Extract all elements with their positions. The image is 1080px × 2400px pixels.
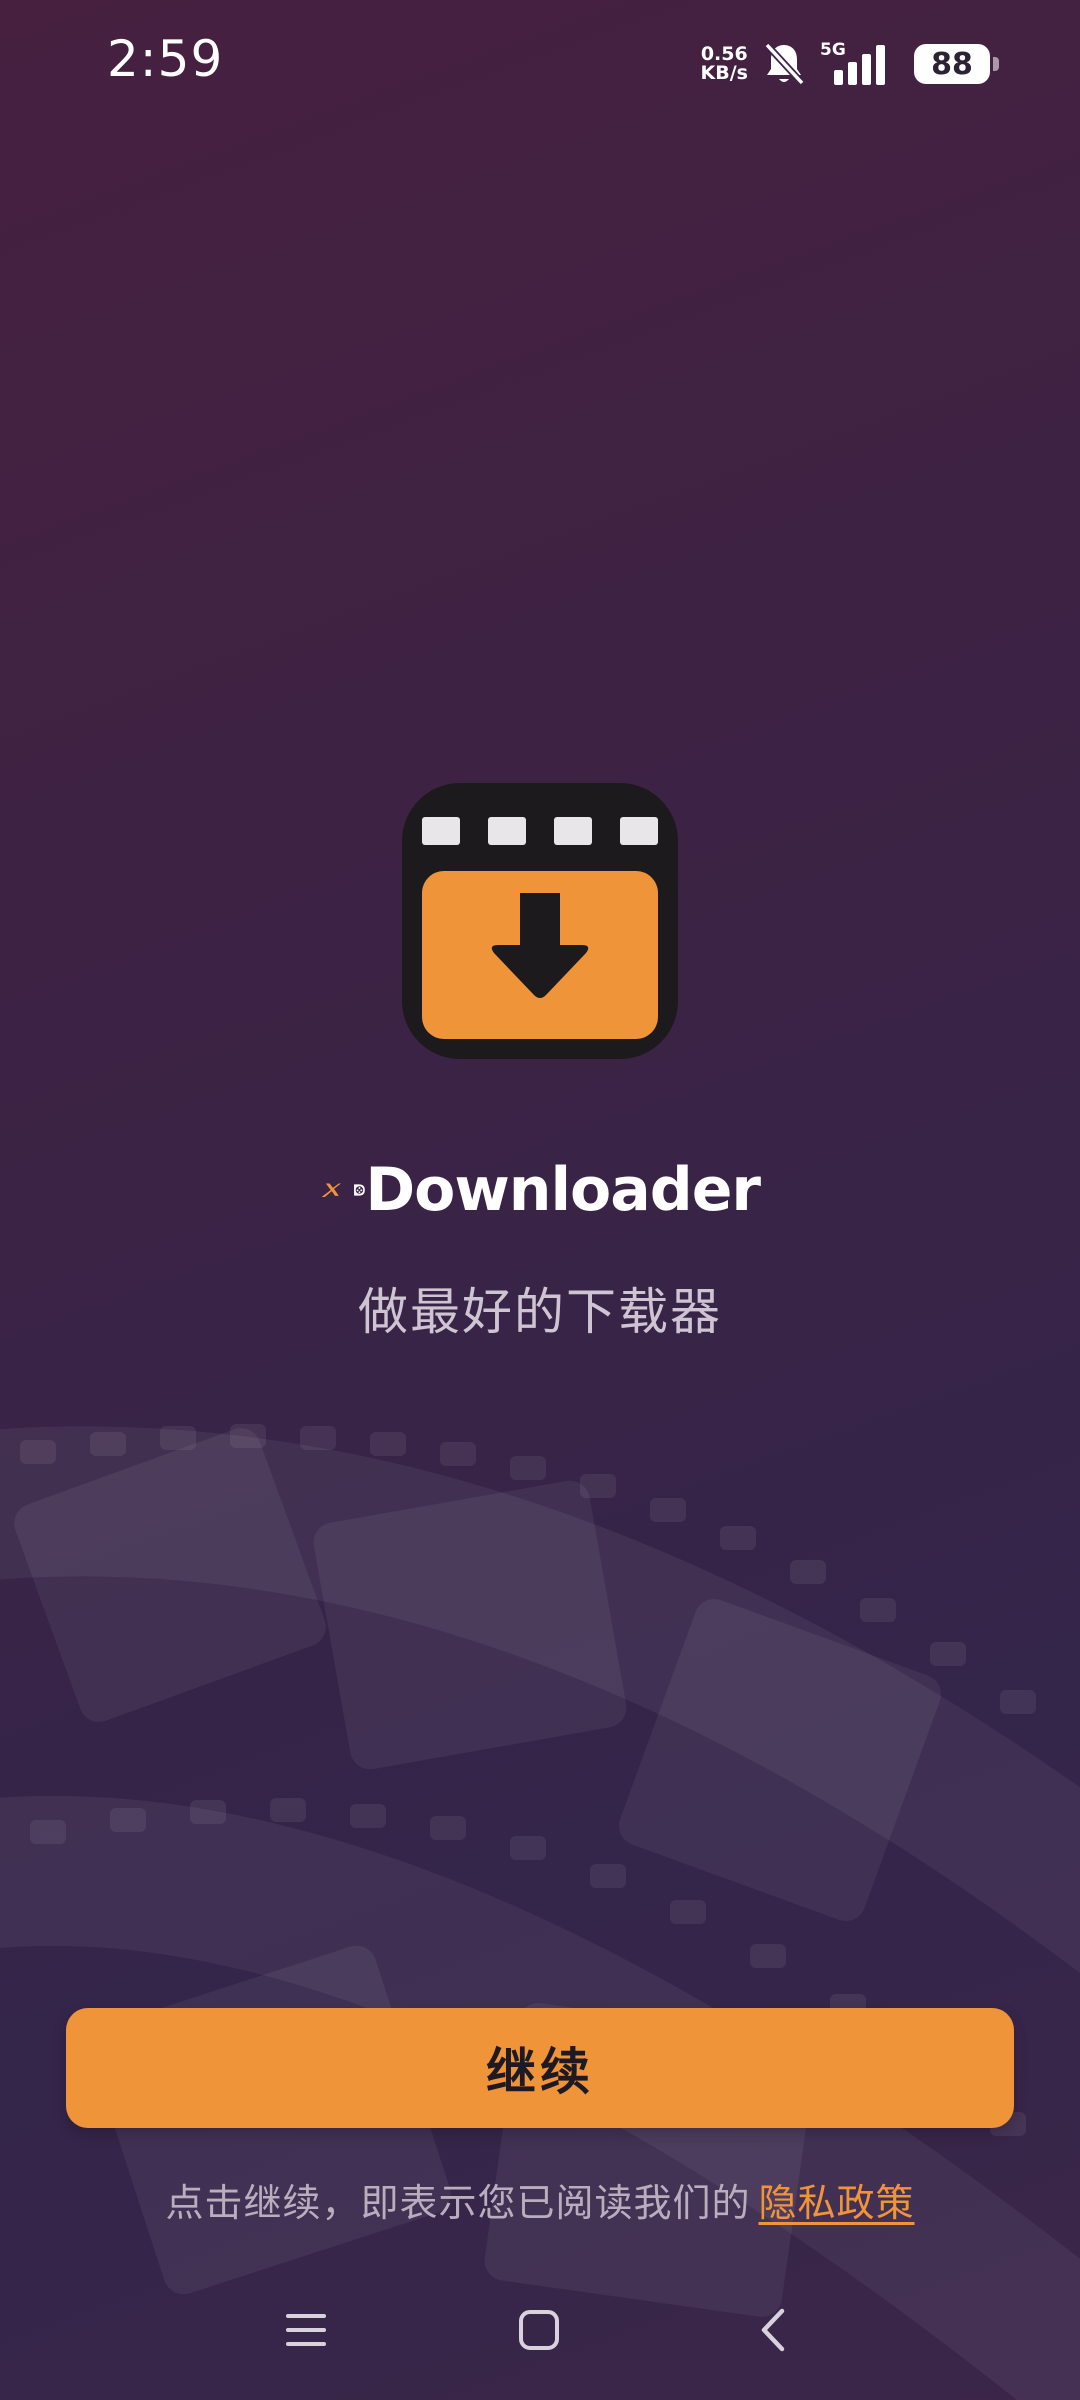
continue-button-label: 继续 (486, 2044, 594, 2100)
brand-name: Downloader (365, 1155, 761, 1225)
recent-apps-button[interactable] (266, 2290, 346, 2370)
home-icon (519, 2310, 559, 2350)
system-nav-bar (0, 2290, 1080, 2370)
back-button[interactable] (733, 2290, 813, 2370)
app-logo-icon (402, 783, 678, 1059)
tagline: 做最好的下载器 (358, 1283, 722, 1341)
status-bar: 2:59 0.56 KB/s 5G 88 (0, 0, 1080, 130)
film-reel-d-icon (354, 1184, 365, 1196)
signal-strength: 5G (820, 40, 890, 88)
x-logo-icon (321, 1183, 341, 1197)
privacy-policy-link[interactable]: 隐私政策 (759, 2181, 915, 2225)
film-strip-decoration (0, 1424, 1080, 2400)
network-speed-unit: KB/s (700, 62, 748, 84)
back-icon (761, 2308, 785, 2352)
status-icons: 0.56 KB/s 5G 88 (701, 36, 999, 92)
status-time: 2:59 (107, 30, 224, 88)
menu-icon (286, 2314, 326, 2346)
signal-icon (834, 45, 885, 85)
bell-muted-icon (764, 42, 805, 86)
consent-text: 点击继续，即表示您已阅读我们的 隐私政策 (0, 2172, 1080, 2227)
brand-wordmark: Downloader (320, 1155, 761, 1225)
continue-button[interactable]: 继续 (66, 2008, 1014, 2128)
battery-icon: 88 (914, 44, 999, 84)
consent-statement: 点击继续，即表示您已阅读我们的 (165, 2181, 751, 2225)
battery-cap (993, 57, 999, 71)
battery-level: 88 (931, 46, 973, 82)
network-speed: 0.56 KB/s (701, 45, 748, 83)
home-button[interactable] (499, 2290, 579, 2370)
